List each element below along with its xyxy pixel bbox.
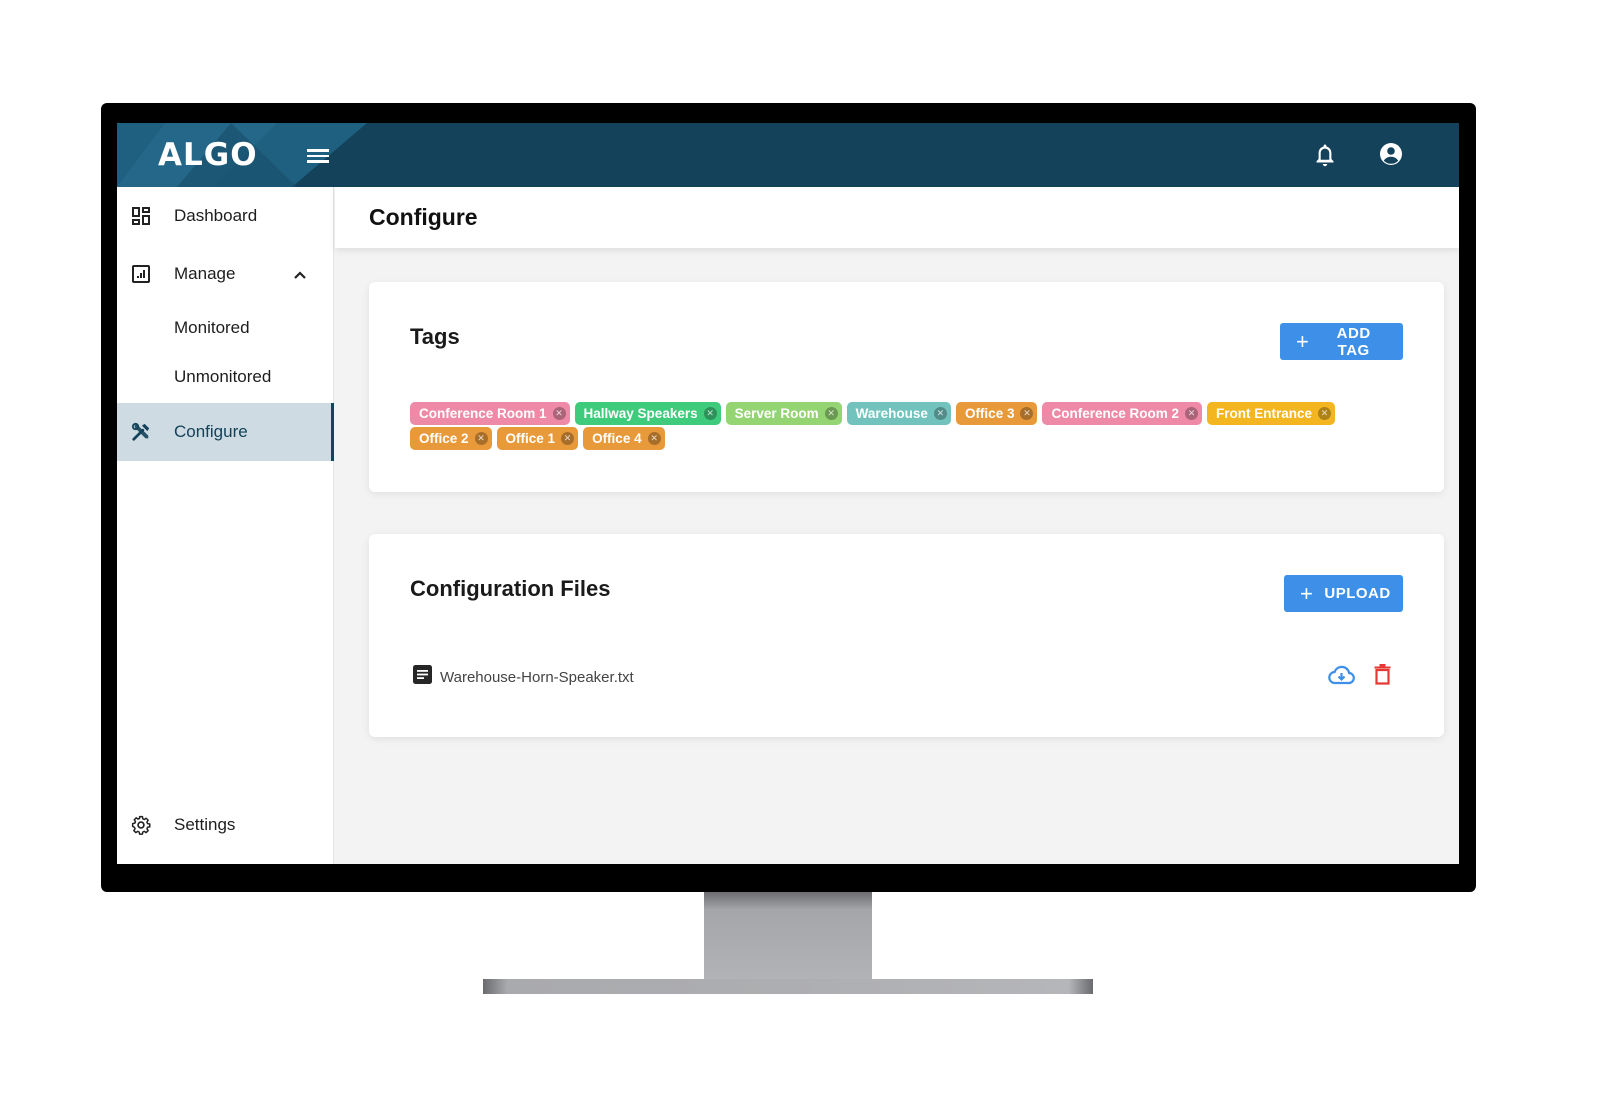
tag-chip[interactable]: Office 1 ✕ [496, 427, 579, 450]
sidebar-item-label: Configure [174, 422, 248, 441]
sidebar-item-label: Manage [174, 264, 236, 283]
tag-chip[interactable]: Warehouse ✕ [846, 402, 951, 425]
remove-tag-icon[interactable]: ✕ [561, 432, 575, 445]
remove-tag-icon[interactable]: ✕ [1318, 407, 1332, 420]
tag-label: Front Entrance [1216, 406, 1313, 421]
page-header: Configure [335, 187, 1459, 248]
gear-icon [131, 815, 151, 835]
dashboard-icon [131, 206, 151, 226]
tag-chip[interactable]: Front Entrance ✕ [1207, 402, 1336, 425]
upload-label: UPLOAD [1324, 585, 1391, 602]
tag-label: Warehouse [855, 406, 928, 421]
page-title: Configure [369, 204, 478, 230]
chevron-up-icon[interactable] [293, 267, 307, 281]
tag-chip[interactable]: Office 4 ✕ [583, 427, 665, 450]
algo-logo[interactable]: ALGO [158, 137, 258, 173]
remove-tag-icon[interactable]: ✕ [703, 407, 717, 420]
account-circle-icon[interactable] [1379, 142, 1403, 166]
document-icon [413, 665, 432, 689]
sidebar-item-dashboard[interactable]: Dashboard [117, 190, 334, 242]
add-tag-button[interactable]: + ADD TAG [1280, 323, 1403, 360]
add-tag-label: ADD TAG [1336, 324, 1371, 359]
monitor-stand-neck [704, 892, 872, 980]
app-screen: ALGO Dashboard Manage Monitored Unmonito… [117, 123, 1459, 864]
upload-button[interactable]: + UPLOAD [1284, 575, 1403, 612]
sidebar-item-label: Monitored [174, 318, 250, 337]
configuration-files-card: Configuration Files + UPLOAD Warehouse-H… [369, 534, 1444, 737]
tag-chip[interactable]: Office 3 ✕ [955, 402, 1038, 425]
file-name: Warehouse-Horn-Speaker.txt [440, 668, 634, 686]
tag-label: Office 3 [964, 406, 1015, 421]
sidebar-item-manage[interactable]: Manage [117, 248, 334, 300]
configuration-files-title: Configuration Files [410, 576, 611, 601]
tools-icon [131, 422, 151, 442]
tag-label: Office 1 [505, 431, 556, 446]
top-app-bar: ALGO [117, 123, 1459, 187]
cloud-download-icon[interactable] [1328, 664, 1355, 691]
file-list-item[interactable]: Warehouse-Horn-Speaker.txt [413, 665, 634, 689]
tag-chip[interactable]: Hallway Speakers ✕ [574, 402, 721, 425]
sidebar-item-configure[interactable]: Configure [117, 403, 334, 461]
tags-title: Tags [410, 324, 460, 349]
tag-label: Conference Room 2 [1051, 406, 1179, 421]
remove-tag-icon[interactable]: ✕ [1185, 407, 1198, 420]
tag-label: Office 4 [592, 431, 642, 446]
chart-box-icon [131, 264, 151, 284]
tag-list: Conference Room 1 ✕ Hallway Speakers ✕ Serve… [410, 402, 1370, 450]
remove-tag-icon[interactable]: ✕ [647, 432, 661, 445]
remove-tag-icon[interactable]: ✕ [1020, 407, 1034, 420]
sidebar-item-label: Dashboard [174, 206, 258, 225]
sidebar: Dashboard Manage Monitored Unmonitored C… [117, 187, 334, 864]
plus-icon: + [1296, 328, 1310, 354]
monitor-stand-base [483, 979, 1093, 994]
plus-icon: + [1300, 580, 1314, 606]
sidebar-item-monitored[interactable]: Monitored [117, 302, 334, 354]
tag-label: Hallway Speakers [583, 406, 698, 421]
delete-icon[interactable] [1374, 664, 1391, 690]
tag-label: Server Room [734, 406, 819, 421]
tag-chip[interactable]: Conference Room 2 ✕ [1042, 402, 1202, 425]
tag-chip[interactable]: Server Room ✕ [725, 402, 842, 425]
sidebar-item-settings[interactable]: Settings [117, 799, 334, 851]
sidebar-item-unmonitored[interactable]: Unmonitored [117, 351, 334, 403]
remove-tag-icon[interactable]: ✕ [933, 407, 947, 420]
tag-label: Conference Room 1 [419, 406, 547, 421]
bell-icon[interactable] [1313, 142, 1337, 168]
tags-card: Tags + ADD TAG Conference Room 1 ✕ Hallway… [369, 282, 1444, 492]
remove-tag-icon[interactable]: ✕ [552, 407, 566, 420]
tag-label: Office 2 [419, 431, 469, 446]
sidebar-item-label: Settings [174, 815, 236, 834]
remove-tag-icon[interactable]: ✕ [824, 407, 838, 420]
remove-tag-icon[interactable]: ✕ [474, 432, 488, 445]
tag-chip[interactable]: Conference Room 1 ✕ [410, 402, 570, 425]
sidebar-item-label: Unmonitored [174, 367, 272, 386]
tag-chip[interactable]: Office 2 ✕ [410, 427, 492, 450]
hamburger-icon[interactable] [307, 146, 329, 164]
